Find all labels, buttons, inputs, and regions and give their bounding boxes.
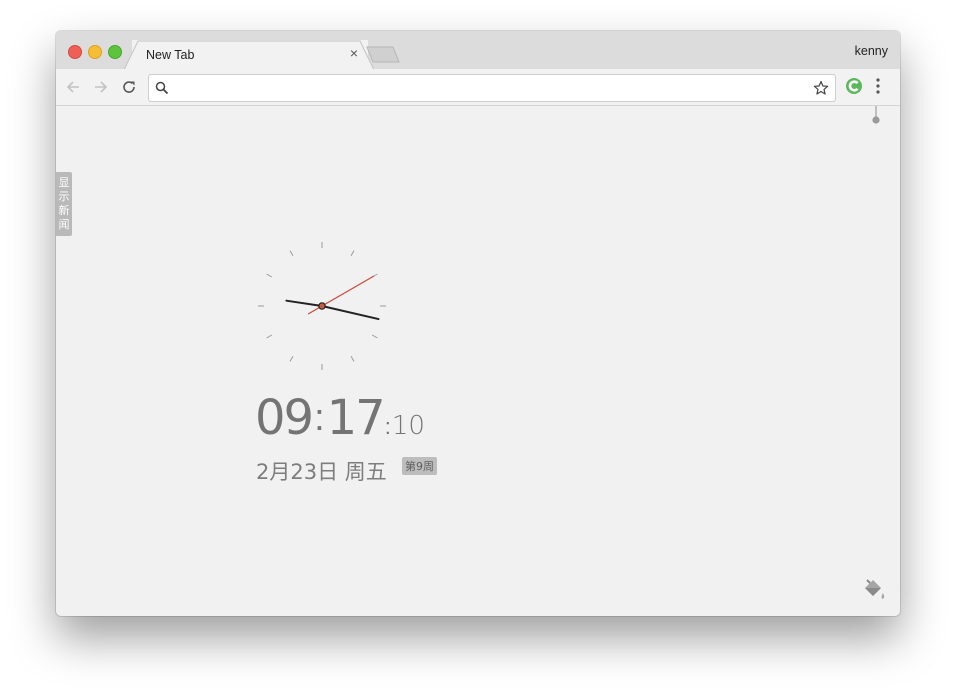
tab-close-button[interactable]: ×	[346, 45, 362, 61]
clock-tick	[289, 250, 294, 257]
maximize-window-button[interactable]	[108, 45, 122, 59]
time-seconds: 10	[391, 411, 425, 441]
clock-hour-hand	[285, 299, 323, 307]
title-bar: New Tab × kenny	[56, 31, 900, 70]
browser-window: New Tab × kenny 显示新闻 09:17:10 2月23日 周五 第…	[56, 31, 900, 616]
date-text: 2月23日 周五	[256, 460, 387, 484]
minimize-window-button[interactable]	[88, 45, 102, 59]
close-window-button[interactable]	[68, 45, 82, 59]
extension-icon[interactable]	[845, 77, 863, 95]
digital-time: 09:17:10	[255, 390, 425, 446]
tab-title: New Tab	[146, 48, 195, 62]
clock-tick	[266, 273, 273, 278]
reload-button[interactable]	[120, 78, 138, 96]
reload-icon	[123, 81, 135, 93]
omnibox-input[interactable]	[175, 75, 795, 101]
new-tab-button[interactable]	[366, 46, 402, 64]
profile-name[interactable]: kenny	[855, 44, 888, 58]
forward-button[interactable]	[92, 78, 110, 96]
pull-handle[interactable]	[871, 106, 881, 126]
clock-tick	[371, 334, 378, 339]
clock-tick	[350, 250, 355, 257]
analog-clock	[258, 242, 386, 370]
paint-bucket-icon[interactable]	[861, 578, 887, 604]
search-icon	[155, 81, 169, 95]
clock-minute-hand	[321, 305, 380, 321]
clock-tick	[266, 334, 273, 339]
arrow-left-icon	[66, 81, 79, 93]
clock-tick	[289, 355, 294, 362]
time-hours: 09	[255, 390, 314, 446]
address-bar[interactable]	[148, 74, 836, 102]
time-seconds-colon: :	[384, 414, 391, 439]
time-minutes: 17	[326, 390, 386, 446]
star-icon[interactable]	[813, 80, 829, 96]
clock-tick	[350, 355, 355, 362]
new-tab-page: 显示新闻 09:17:10 2月23日 周五 第9周	[56, 106, 900, 616]
back-button[interactable]	[64, 78, 82, 96]
show-news-toggle[interactable]: 显示新闻	[56, 172, 72, 236]
arrow-right-icon	[95, 81, 108, 93]
tab-new-tab[interactable]: New Tab ×	[124, 40, 375, 70]
browser-toolbar	[56, 69, 900, 106]
time-colon: :	[314, 397, 325, 439]
clock-second-hand	[307, 275, 375, 315]
kebab-menu-icon[interactable]	[874, 77, 882, 95]
week-badge: 第9周	[402, 457, 437, 475]
clock-center-pin	[318, 302, 326, 310]
